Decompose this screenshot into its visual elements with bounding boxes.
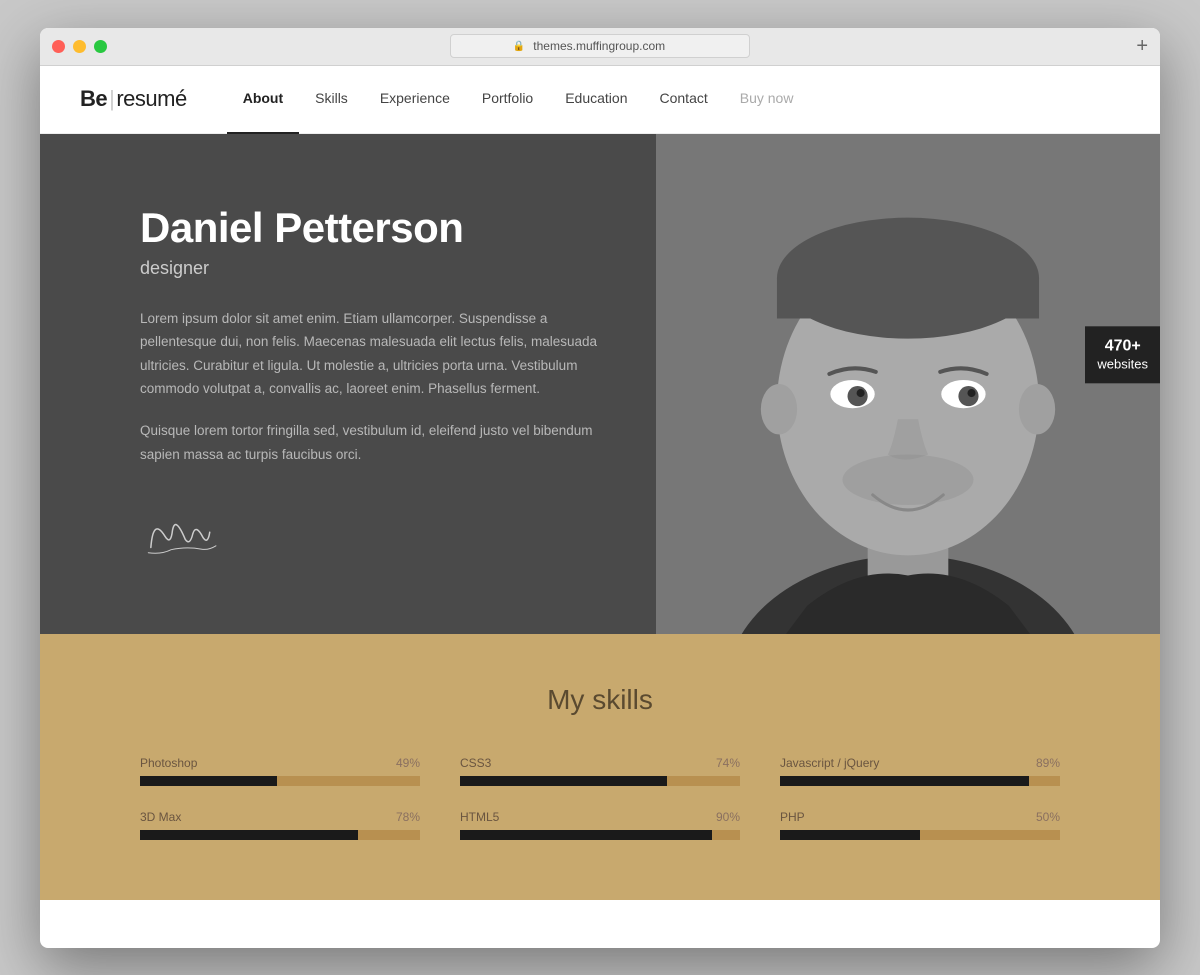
badge-label: websites (1097, 357, 1148, 374)
nav-links: About Skills Experience Portfolio Educat… (227, 64, 810, 134)
skill-item: PHP 50% (780, 810, 1060, 840)
hero-section: Daniel Petterson designer Lorem ipsum do… (40, 134, 1160, 634)
hero-image: 470+ websites (656, 134, 1160, 634)
logo-bold: Be (80, 86, 107, 111)
nav-link-about[interactable]: About (227, 64, 299, 134)
site-nav: Be|resumé About Skills Experience Portfo… (40, 66, 1160, 134)
skill-bar-bg (460, 830, 740, 840)
skill-header: HTML5 90% (460, 810, 740, 824)
skill-header: PHP 50% (780, 810, 1060, 824)
skill-percent: 49% (396, 756, 420, 770)
hero-name: Daniel Petterson (140, 204, 606, 252)
address-bar[interactable]: 🔒 themes.muffingroup.com (450, 34, 750, 58)
skill-item: HTML5 90% (460, 810, 740, 840)
site-content: Be|resumé About Skills Experience Portfo… (40, 66, 1160, 900)
skills-title: My skills (140, 684, 1060, 716)
skill-percent: 74% (716, 756, 740, 770)
skill-item: Photoshop 49% (140, 756, 420, 786)
new-tab-button[interactable]: + (1136, 36, 1148, 56)
nav-link-skills[interactable]: Skills (299, 64, 364, 132)
skill-bar-fill (460, 776, 667, 786)
skills-grid: Photoshop 49% CSS3 74% Javascript / jQue… (140, 756, 1060, 840)
close-button[interactable] (52, 40, 65, 53)
nav-item-experience[interactable]: Experience (364, 64, 466, 134)
minimize-button[interactable] (73, 40, 86, 53)
maximize-button[interactable] (94, 40, 107, 53)
window-controls (52, 40, 107, 53)
skill-bar-bg (460, 776, 740, 786)
skill-bar-fill (140, 830, 358, 840)
skill-name: Javascript / jQuery (780, 756, 879, 770)
lock-icon: 🔒 (513, 41, 525, 52)
hero-content: Daniel Petterson designer Lorem ipsum do… (40, 134, 656, 634)
hero-para2: Quisque lorem tortor fringilla sed, vest… (140, 419, 606, 466)
nav-link-experience[interactable]: Experience (364, 64, 466, 132)
browser-window: 🔒 themes.muffingroup.com + Be|resumé Abo… (40, 28, 1160, 948)
nav-link-portfolio[interactable]: Portfolio (466, 64, 549, 132)
skill-bar-bg (140, 830, 420, 840)
skill-name: Photoshop (140, 756, 197, 770)
skill-bar-fill (460, 830, 712, 840)
skills-section: My skills Photoshop 49% CSS3 74% Javascr… (40, 634, 1160, 900)
hero-signature (132, 500, 237, 572)
skill-percent: 78% (396, 810, 420, 824)
skill-header: Javascript / jQuery 89% (780, 756, 1060, 770)
skill-item: 3D Max 78% (140, 810, 420, 840)
titlebar: 🔒 themes.muffingroup.com + (40, 28, 1160, 66)
skill-name: 3D Max (140, 810, 181, 824)
skill-percent: 90% (716, 810, 740, 824)
nav-item-education[interactable]: Education (549, 64, 643, 134)
nav-item-about[interactable]: About (227, 64, 299, 134)
skill-bar-fill (780, 776, 1029, 786)
skill-name: HTML5 (460, 810, 499, 824)
skill-item: CSS3 74% (460, 756, 740, 786)
skill-bar-fill (140, 776, 277, 786)
nav-item-contact[interactable]: Contact (644, 64, 724, 134)
skill-header: Photoshop 49% (140, 756, 420, 770)
hero-para1: Lorem ipsum dolor sit amet enim. Etiam u… (140, 307, 606, 402)
skill-item: Javascript / jQuery 89% (780, 756, 1060, 786)
skill-bar-bg (780, 830, 1060, 840)
badge-470: 470+ websites (1085, 326, 1160, 384)
skill-header: CSS3 74% (460, 756, 740, 770)
skill-bar-bg (780, 776, 1060, 786)
skill-bar-bg (140, 776, 420, 786)
hero-title: designer (140, 258, 606, 279)
logo-text: resumé (116, 86, 186, 111)
badge-number: 470+ (1097, 336, 1148, 357)
site-logo[interactable]: Be|resumé (80, 86, 187, 112)
skill-name: CSS3 (460, 756, 491, 770)
skill-percent: 50% (1036, 810, 1060, 824)
skill-percent: 89% (1036, 756, 1060, 770)
nav-link-education[interactable]: Education (549, 64, 643, 132)
skill-bar-fill (780, 830, 920, 840)
nav-link-buynow[interactable]: Buy now (724, 64, 810, 132)
logo-separator: | (109, 86, 114, 111)
skill-name: PHP (780, 810, 805, 824)
url-text: themes.muffingroup.com (533, 39, 665, 53)
nav-item-skills[interactable]: Skills (299, 64, 364, 134)
nav-link-contact[interactable]: Contact (644, 64, 724, 132)
nav-item-portfolio[interactable]: Portfolio (466, 64, 549, 134)
nav-item-buynow[interactable]: Buy now (724, 64, 810, 134)
skill-header: 3D Max 78% (140, 810, 420, 824)
